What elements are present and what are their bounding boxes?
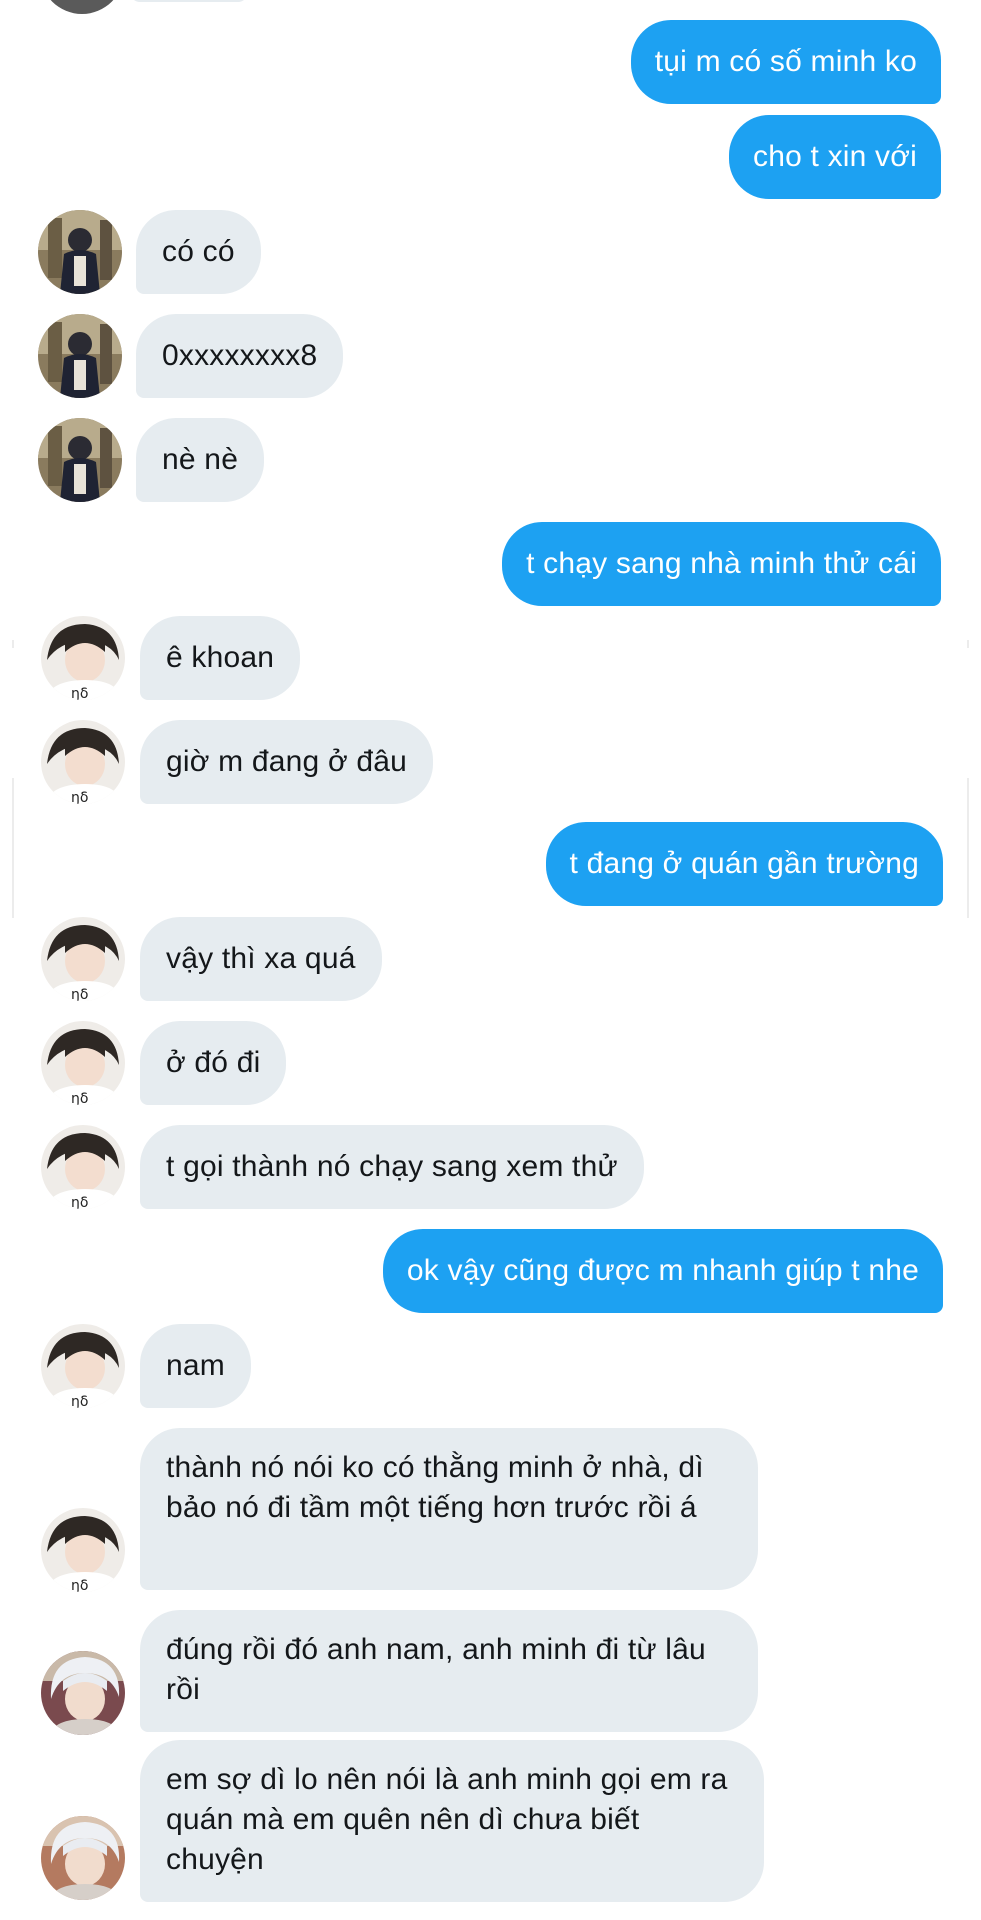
message-bubble-incoming[interactable]: nè nè [136, 418, 265, 502]
seam-line [967, 778, 969, 918]
seam-line [967, 640, 969, 648]
avatar[interactable]: ŋδ [41, 720, 125, 804]
message-bubble-incoming[interactable]: vậy thì xa quá [140, 917, 382, 1001]
message-bubble-incoming[interactable]: 0xxxxxxxx8 [136, 314, 344, 398]
svg-text:ŋδ: ŋδ [71, 790, 88, 804]
avatar[interactable] [38, 210, 122, 294]
avatar[interactable] [38, 418, 122, 502]
avatar[interactable]: ŋδ [41, 1125, 125, 1209]
message-bubble-incoming[interactable]: đúng rồi đó anh nam, anh minh đi từ lâu … [140, 1610, 758, 1732]
seam-line [12, 640, 14, 648]
message-bubble-outgoing[interactable]: t đang ở quán gần trường [545, 822, 943, 906]
message-bubble-incoming[interactable]: em sợ dì lo nên nói là anh minh gọi em r… [140, 1740, 764, 1902]
seam-line [12, 778, 14, 918]
message-bubble-incoming[interactable]: nam [140, 1324, 251, 1408]
avatar[interactable]: ŋδ [41, 1324, 125, 1408]
message-bubble-incoming[interactable]: ở đó đi [140, 1021, 287, 1105]
avatar-fragment [40, 0, 124, 14]
avatar[interactable]: ŋδ [41, 616, 125, 700]
svg-text:ŋδ: ŋδ [71, 1091, 88, 1105]
message-bubble-outgoing[interactable]: ok vậy cũng được m nhanh giúp t nhe [382, 1229, 943, 1313]
message-bubble-incoming[interactable]: có có [136, 210, 261, 294]
avatar[interactable]: ŋδ [41, 917, 125, 1001]
message-bubble-outgoing[interactable]: t chạy sang nhà minh thử cái [502, 522, 941, 606]
svg-text:ŋδ: ŋδ [71, 1578, 88, 1592]
svg-text:ŋδ: ŋδ [71, 1394, 88, 1408]
svg-text:ŋδ: ŋδ [71, 1195, 88, 1209]
svg-text:ŋδ: ŋδ [71, 686, 88, 700]
message-bubble-incoming[interactable]: thành nó nói ko có thằng minh ở nhà, dì … [140, 1428, 758, 1590]
message-bubble-incoming[interactable]: giờ m đang ở đâu [140, 720, 434, 804]
avatar[interactable]: ŋδ [41, 1508, 125, 1592]
avatar[interactable]: ŋδ [41, 1021, 125, 1105]
message-bubble-incoming[interactable]: t gọi thành nó chạy sang xem thử [140, 1125, 644, 1209]
bubble-fragment [130, 0, 248, 2]
avatar[interactable] [41, 1651, 125, 1735]
message-bubble-incoming[interactable]: ê khoan [140, 616, 301, 700]
message-bubble-outgoing[interactable]: tụi m có số minh ko [630, 20, 941, 104]
message-bubble-outgoing[interactable]: cho t xin với [729, 115, 941, 199]
svg-text:ŋδ: ŋδ [71, 987, 88, 1001]
avatar[interactable] [38, 314, 122, 398]
avatar[interactable] [41, 1816, 125, 1900]
